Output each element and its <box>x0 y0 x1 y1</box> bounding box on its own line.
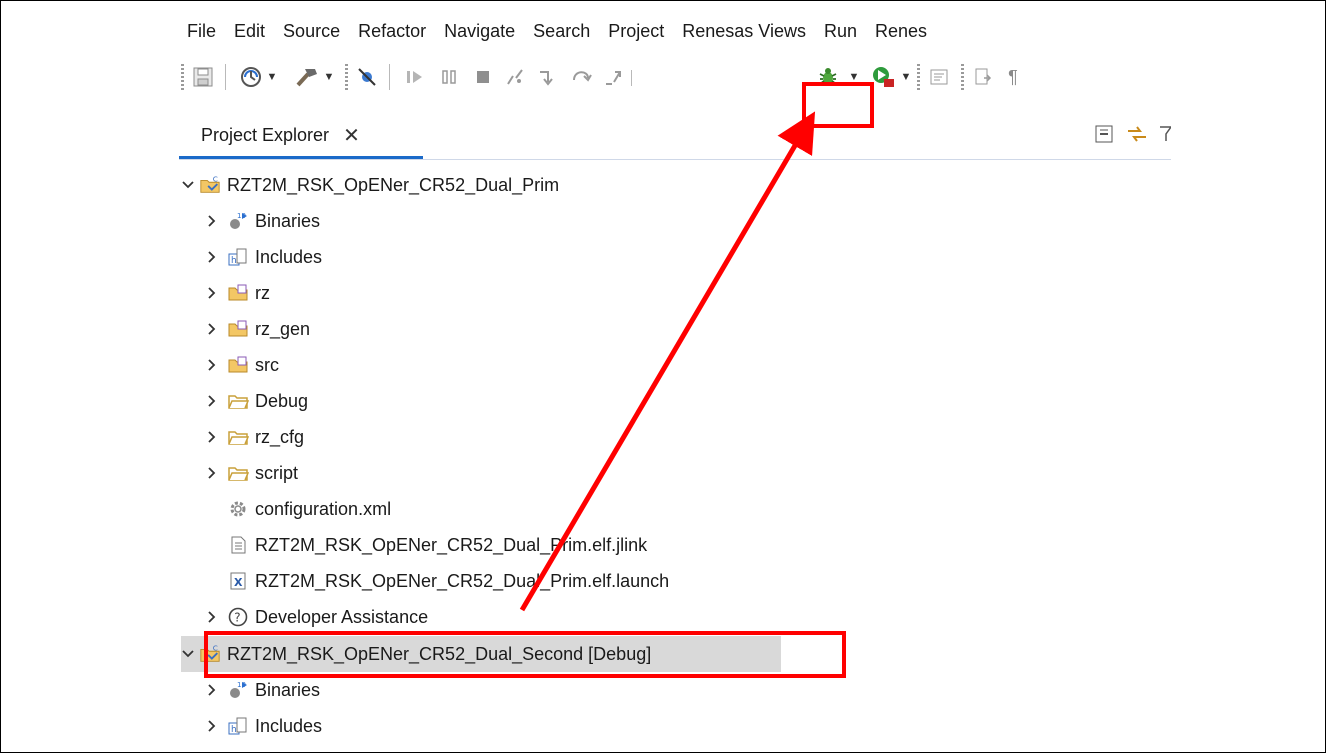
annotation-arrow <box>519 111 816 612</box>
